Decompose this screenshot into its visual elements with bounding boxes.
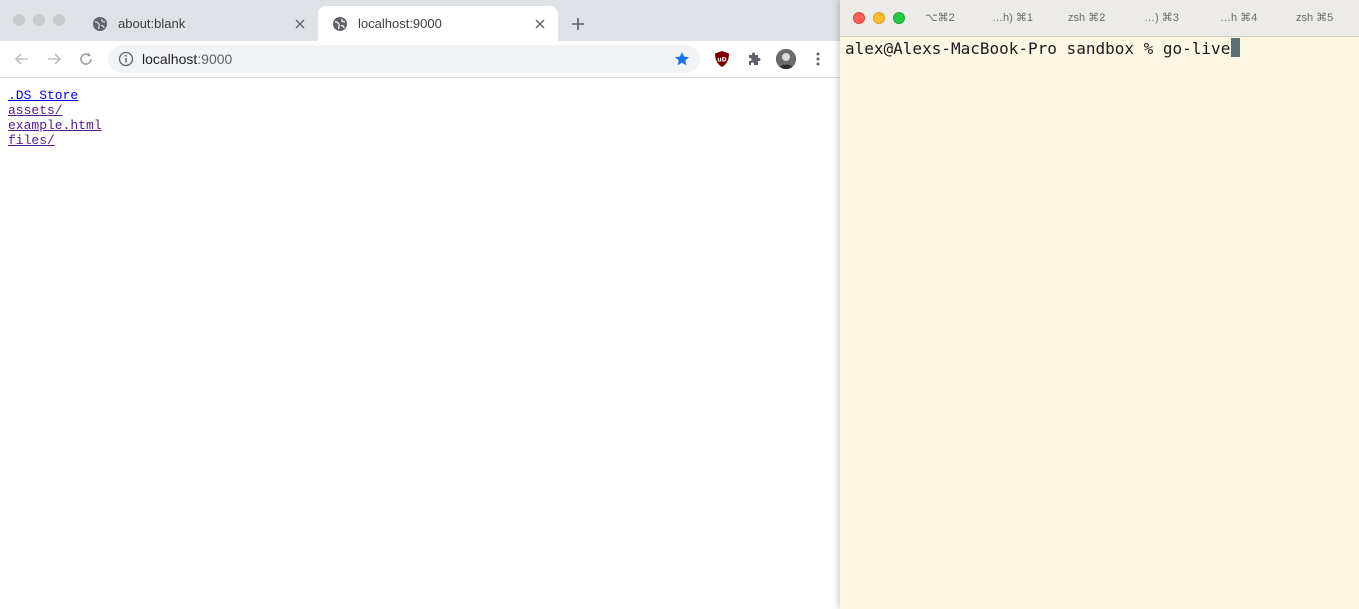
tab-localhost[interactable]: localhost:9000 [318,6,558,41]
list-item: .DS_Store [8,87,102,103]
globe-icon [332,16,348,32]
terminal-tab-2[interactable]: …h) ⌘1 [992,11,1033,24]
forward-button[interactable] [45,50,63,68]
window-close-button[interactable] [13,14,25,26]
terminal-tab-3[interactable]: zsh ⌘2 [1068,11,1105,24]
terminal-cursor [1231,38,1241,57]
kebab-menu-icon[interactable] [810,50,826,68]
terminal-minimize-button[interactable] [873,12,885,24]
directory-listing: .DS_Store assets/ example.html files/ [8,87,102,148]
terminal-command: go-live [1162,39,1231,58]
address-bar[interactable]: localhost:9000 [108,45,700,73]
ublock-shield-icon[interactable]: uD [713,50,731,68]
terminal-zoom-button[interactable] [893,12,905,24]
file-link-files[interactable]: files/ [8,133,55,148]
avatar[interactable] [776,49,796,69]
close-icon[interactable] [292,16,308,32]
arrow-right-icon [48,53,62,65]
file-link-assets[interactable]: assets/ [8,103,63,118]
terminal-tab-1[interactable]: ⌥⌘2 [925,11,955,24]
file-link-example-html[interactable]: example.html [8,118,102,133]
terminal-prompt: alex@Alexs-MacBook-Pro sandbox % [845,39,1163,58]
page-content: .DS_Store assets/ example.html files/ [0,78,840,609]
terminal-tab-4[interactable]: …) ⌘3 [1144,11,1179,24]
terminal-output[interactable]: alex@Alexs-MacBook-Pro sandbox % go-live [845,38,1359,60]
puzzle-icon[interactable] [745,50,763,68]
list-item: files/ [8,132,102,148]
terminal-tab-6[interactable]: zsh ⌘5 [1296,11,1333,24]
tab-strip: about:blank localhost:9000 [0,0,840,41]
tab-title: about:blank [118,16,186,31]
globe-icon [92,16,108,32]
plus-icon [572,18,584,30]
window-zoom-button[interactable] [53,14,65,26]
new-tab-button[interactable] [569,15,587,33]
file-link-ds-store[interactable]: .DS_Store [8,88,78,103]
back-button[interactable] [13,50,31,68]
tab-about-blank[interactable]: about:blank [78,6,318,41]
address-url: localhost:9000 [142,51,232,67]
terminal-close-button[interactable] [853,12,865,24]
browser-toolbar: localhost:9000 uD [0,41,840,78]
arrow-left-icon [14,53,28,65]
star-icon[interactable] [674,51,690,67]
browser-window: about:blank localhost:9000 localhost:900… [0,0,840,609]
reload-icon [80,52,92,65]
info-icon[interactable] [118,51,134,67]
terminal-window: ⌥⌘2 …h) ⌘1 zsh ⌘2 …) ⌘3 …h ⌘4 zsh ⌘5 ale… [840,0,1359,609]
list-item: example.html [8,117,102,133]
list-item: assets/ [8,102,102,118]
reload-button[interactable] [77,50,95,68]
terminal-tab-5[interactable]: …h ⌘4 [1220,11,1257,24]
terminal-titlebar: ⌥⌘2 …h) ⌘1 zsh ⌘2 …) ⌘3 …h ⌘4 zsh ⌘5 [840,0,1359,37]
close-icon[interactable] [532,16,548,32]
svg-text:uD: uD [717,57,726,64]
url-port: :9000 [197,51,233,67]
window-minimize-button[interactable] [33,14,45,26]
url-host: localhost [142,51,198,67]
tab-title: localhost:9000 [358,16,442,31]
